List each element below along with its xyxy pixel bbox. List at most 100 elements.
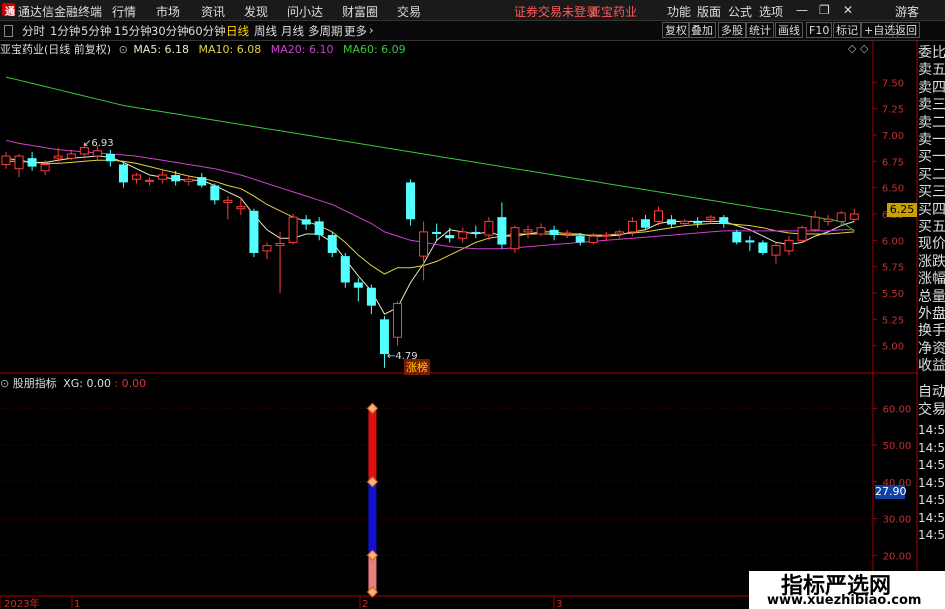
candle-body [1,155,11,165]
candle-body [562,232,572,235]
candle [366,284,376,315]
quote-panel-item[interactable]: 买二 [918,166,945,185]
candle-body [484,220,494,236]
candle-body [66,153,76,159]
candle [314,217,324,241]
candle [510,225,520,253]
candle [118,162,128,188]
indicator-bar-segment [368,481,377,556]
quote-panel-item[interactable]: 卖四 [918,79,945,98]
candle [353,278,363,302]
quote-panel-item[interactable]: 委比 [918,44,945,63]
candle-body [510,227,520,250]
candle [262,242,272,260]
quote-panel-item[interactable]: 卖二 [918,114,945,133]
quote-panel-item[interactable]: 买三 [918,183,945,202]
candle [797,225,807,243]
limit-up-tag[interactable]: 涨榜 [404,359,430,375]
candle-body [549,229,559,236]
quote-panel-item[interactable]: 换手 [918,322,945,341]
trade-time: 14:5 [918,510,945,525]
candle [497,202,507,249]
candle [236,198,246,216]
candle-body [40,163,50,172]
quote-panel-item[interactable]: 卖一 [918,131,945,150]
kline-chart[interactable]: 7.50 7.25 7.00 6.75 6.50 6.25 6.00 5.75 5.50 5.25… [0,0,945,609]
candle-body [771,245,781,256]
quote-panel-item[interactable]: 卖三 [918,96,945,115]
candle [784,236,794,256]
candle [249,208,259,258]
candle-body [314,221,324,236]
trade-time: 14:5 [918,440,945,455]
candle [105,149,115,167]
candle-body [14,155,24,170]
quote-panel-item[interactable]: 涨跌 [918,253,945,272]
candle-body [614,231,624,235]
candle-body [118,164,128,183]
candle-body [849,213,859,220]
candle-body [249,210,259,253]
watermark: 指标严选网 www.xuezhibiao.com [749,571,945,609]
candle-body [693,221,703,224]
quote-panel-item[interactable]: 外盘 [918,305,945,324]
candle [288,214,298,245]
candle-body [640,219,650,228]
candle [810,210,820,232]
candle-body [223,199,233,203]
candle-body [458,231,468,239]
ma20-line [5,139,855,250]
trade-time: 14:5 [918,528,945,542]
indicator-tick-label: 30.00 [883,515,912,526]
candle [223,196,233,220]
candle-body [588,235,598,243]
quote-panel-item[interactable]: 卖五 [918,61,945,80]
quote-panel-item[interactable]: 买一 [918,148,945,167]
quote-panel-item[interactable]: 现价 [918,235,945,254]
candle-body [288,216,298,243]
quote-panel-item[interactable]: 净资 [918,340,945,359]
candle [471,225,481,239]
price-tick-label: 7.25 [882,105,904,116]
trade-time: 14:5 [918,458,945,472]
candle-body [523,229,533,233]
candle-body [262,245,272,252]
price-tick-label: 6.00 [882,236,904,247]
quote-panel-item[interactable]: 收益 [918,357,945,376]
time-tick-label: 2 [362,599,368,609]
quote-panel-item[interactable]: 涨幅 [918,270,945,289]
trade-time: 14:5 [918,423,945,437]
ma60-line [5,76,855,232]
candle [393,301,402,346]
candle-body [836,212,846,222]
price-tick-label: 5.00 [882,342,904,353]
price-tick-label: 5.25 [882,315,904,326]
candle [732,229,742,245]
candle-body [601,234,611,237]
candle [549,225,559,241]
candle-body [353,282,363,288]
quote-panel-item[interactable]: 总量 [918,288,945,307]
candle-body [197,177,207,186]
price-tick-label: 6.50 [882,184,904,195]
quote-panel-item[interactable]: 买四 [918,201,945,220]
candle-body [158,174,168,180]
trade-time: 14:5 [918,475,945,490]
candle [693,217,703,228]
candle [719,215,729,228]
price-tick-label: 6.75 [882,157,904,168]
candle-body [719,217,729,224]
candle-body [758,242,768,253]
candle [640,215,650,230]
candle-body [432,231,442,235]
candle-body [145,179,155,182]
candle-body [210,185,220,201]
quote-panel-item[interactable]: 买五 [918,218,945,237]
candle [197,172,207,188]
candle-body [784,239,794,252]
quote-panel-item[interactable]: 自动 [918,383,945,402]
price-tick-label: 5.50 [882,289,904,300]
quote-panel-item[interactable]: 交易 [918,401,945,420]
candle-body [810,216,820,231]
candle-body [706,216,716,220]
